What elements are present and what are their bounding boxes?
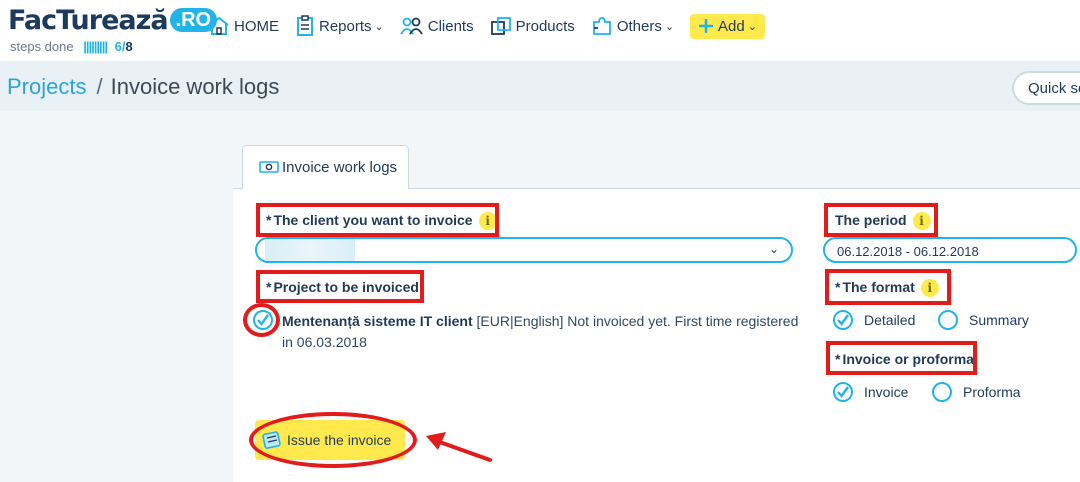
checkmark-icon [837,314,849,326]
page-title: Invoice work logs [110,74,280,99]
steps-total: 8 [125,39,133,54]
annotation-ring-button [249,412,417,468]
nav-reports-label: Reports [319,17,372,35]
users-icon [399,17,423,35]
nav-clients[interactable]: Clients [399,16,474,36]
steps-label: steps done [10,39,74,54]
nav-home[interactable]: HOME [208,16,279,36]
project-item: Mentenanță sisteme IT client [EUR|Englis… [282,311,802,353]
steps-bars: ||||||||| [83,39,108,54]
main-nav: HOME Reports ⌄ Clients Products Others ⌄ A… [208,12,765,40]
chevron-down-icon: ⌄ [747,20,757,33]
puzzle-icon [592,17,611,35]
project-name: Mentenanță sisteme IT client [282,313,473,329]
brand-logo[interactable]: FacTurează .RO steps done ||||||||| 6/8 [8,5,218,54]
nav-others[interactable]: Others ⌄ [591,16,674,36]
nav-home-label: HOME [234,17,279,35]
tab-label: Invoice work logs [282,159,398,176]
type-invoice-radio[interactable] [833,382,853,402]
period-input[interactable]: 06.12.2018 - 06.12.2018 [823,237,1077,263]
redacted-client-value [265,239,355,261]
nav-reports[interactable]: Reports ⌄ [295,15,384,37]
annotation-box-period [824,203,938,237]
annotation-arrow [426,432,492,462]
steps-done: 6 [114,39,122,54]
format-detailed-label[interactable]: Detailed [864,312,915,328]
annotation-ring-checkbox [243,303,280,337]
breadcrumb-projects-link[interactable]: Projects [7,74,86,99]
nav-add-button[interactable]: Add ⌄ [690,13,765,39]
type-proforma-radio[interactable] [932,382,952,402]
steps-count: 6/8 [114,39,133,54]
type-invoice-label[interactable]: Invoice [864,384,908,400]
annotation-box-client [256,203,499,237]
chevron-down-icon: ⌄ [374,20,384,33]
annotation-box-format [825,269,951,305]
checkmark-icon [837,386,849,398]
box-icon [490,17,511,35]
chevron-down-icon: ⌄ [768,242,779,256]
chevron-down-icon: ⌄ [664,20,675,33]
format-summary-label[interactable]: Summary [969,312,1029,328]
nav-others-label: Others [616,17,662,35]
nav-clients-label: Clients [427,17,474,35]
plus-icon [699,19,714,33]
client-select[interactable]: ⌄ [255,237,793,263]
home-icon [209,16,229,35]
type-proforma-label[interactable]: Proforma [963,384,1021,400]
steps-progress: steps done ||||||||| 6/8 [10,39,133,54]
annotation-box-project [256,270,424,303]
tab-invoice-work-logs[interactable]: Invoice work logs [242,145,409,189]
clipboard-icon [297,15,313,36]
money-icon [259,161,279,173]
annotation-box-type [826,341,977,375]
brand-name: FacTurează [8,5,169,36]
format-detailed-radio[interactable] [833,310,853,330]
format-summary-radio[interactable] [938,310,958,330]
nav-products[interactable]: Products [490,16,575,36]
breadcrumb-bar: Projects / Invoice work logs Quick se [0,61,1080,111]
breadcrumb-separator: / [96,74,103,99]
nav-products-label: Products [515,17,575,35]
top-navbar: FacTurează .RO steps done ||||||||| 6/8 H… [0,0,1080,61]
quick-search-button[interactable]: Quick se [1012,71,1080,105]
breadcrumb: Projects / Invoice work logs [7,74,279,100]
nav-add-label: Add [718,17,745,35]
